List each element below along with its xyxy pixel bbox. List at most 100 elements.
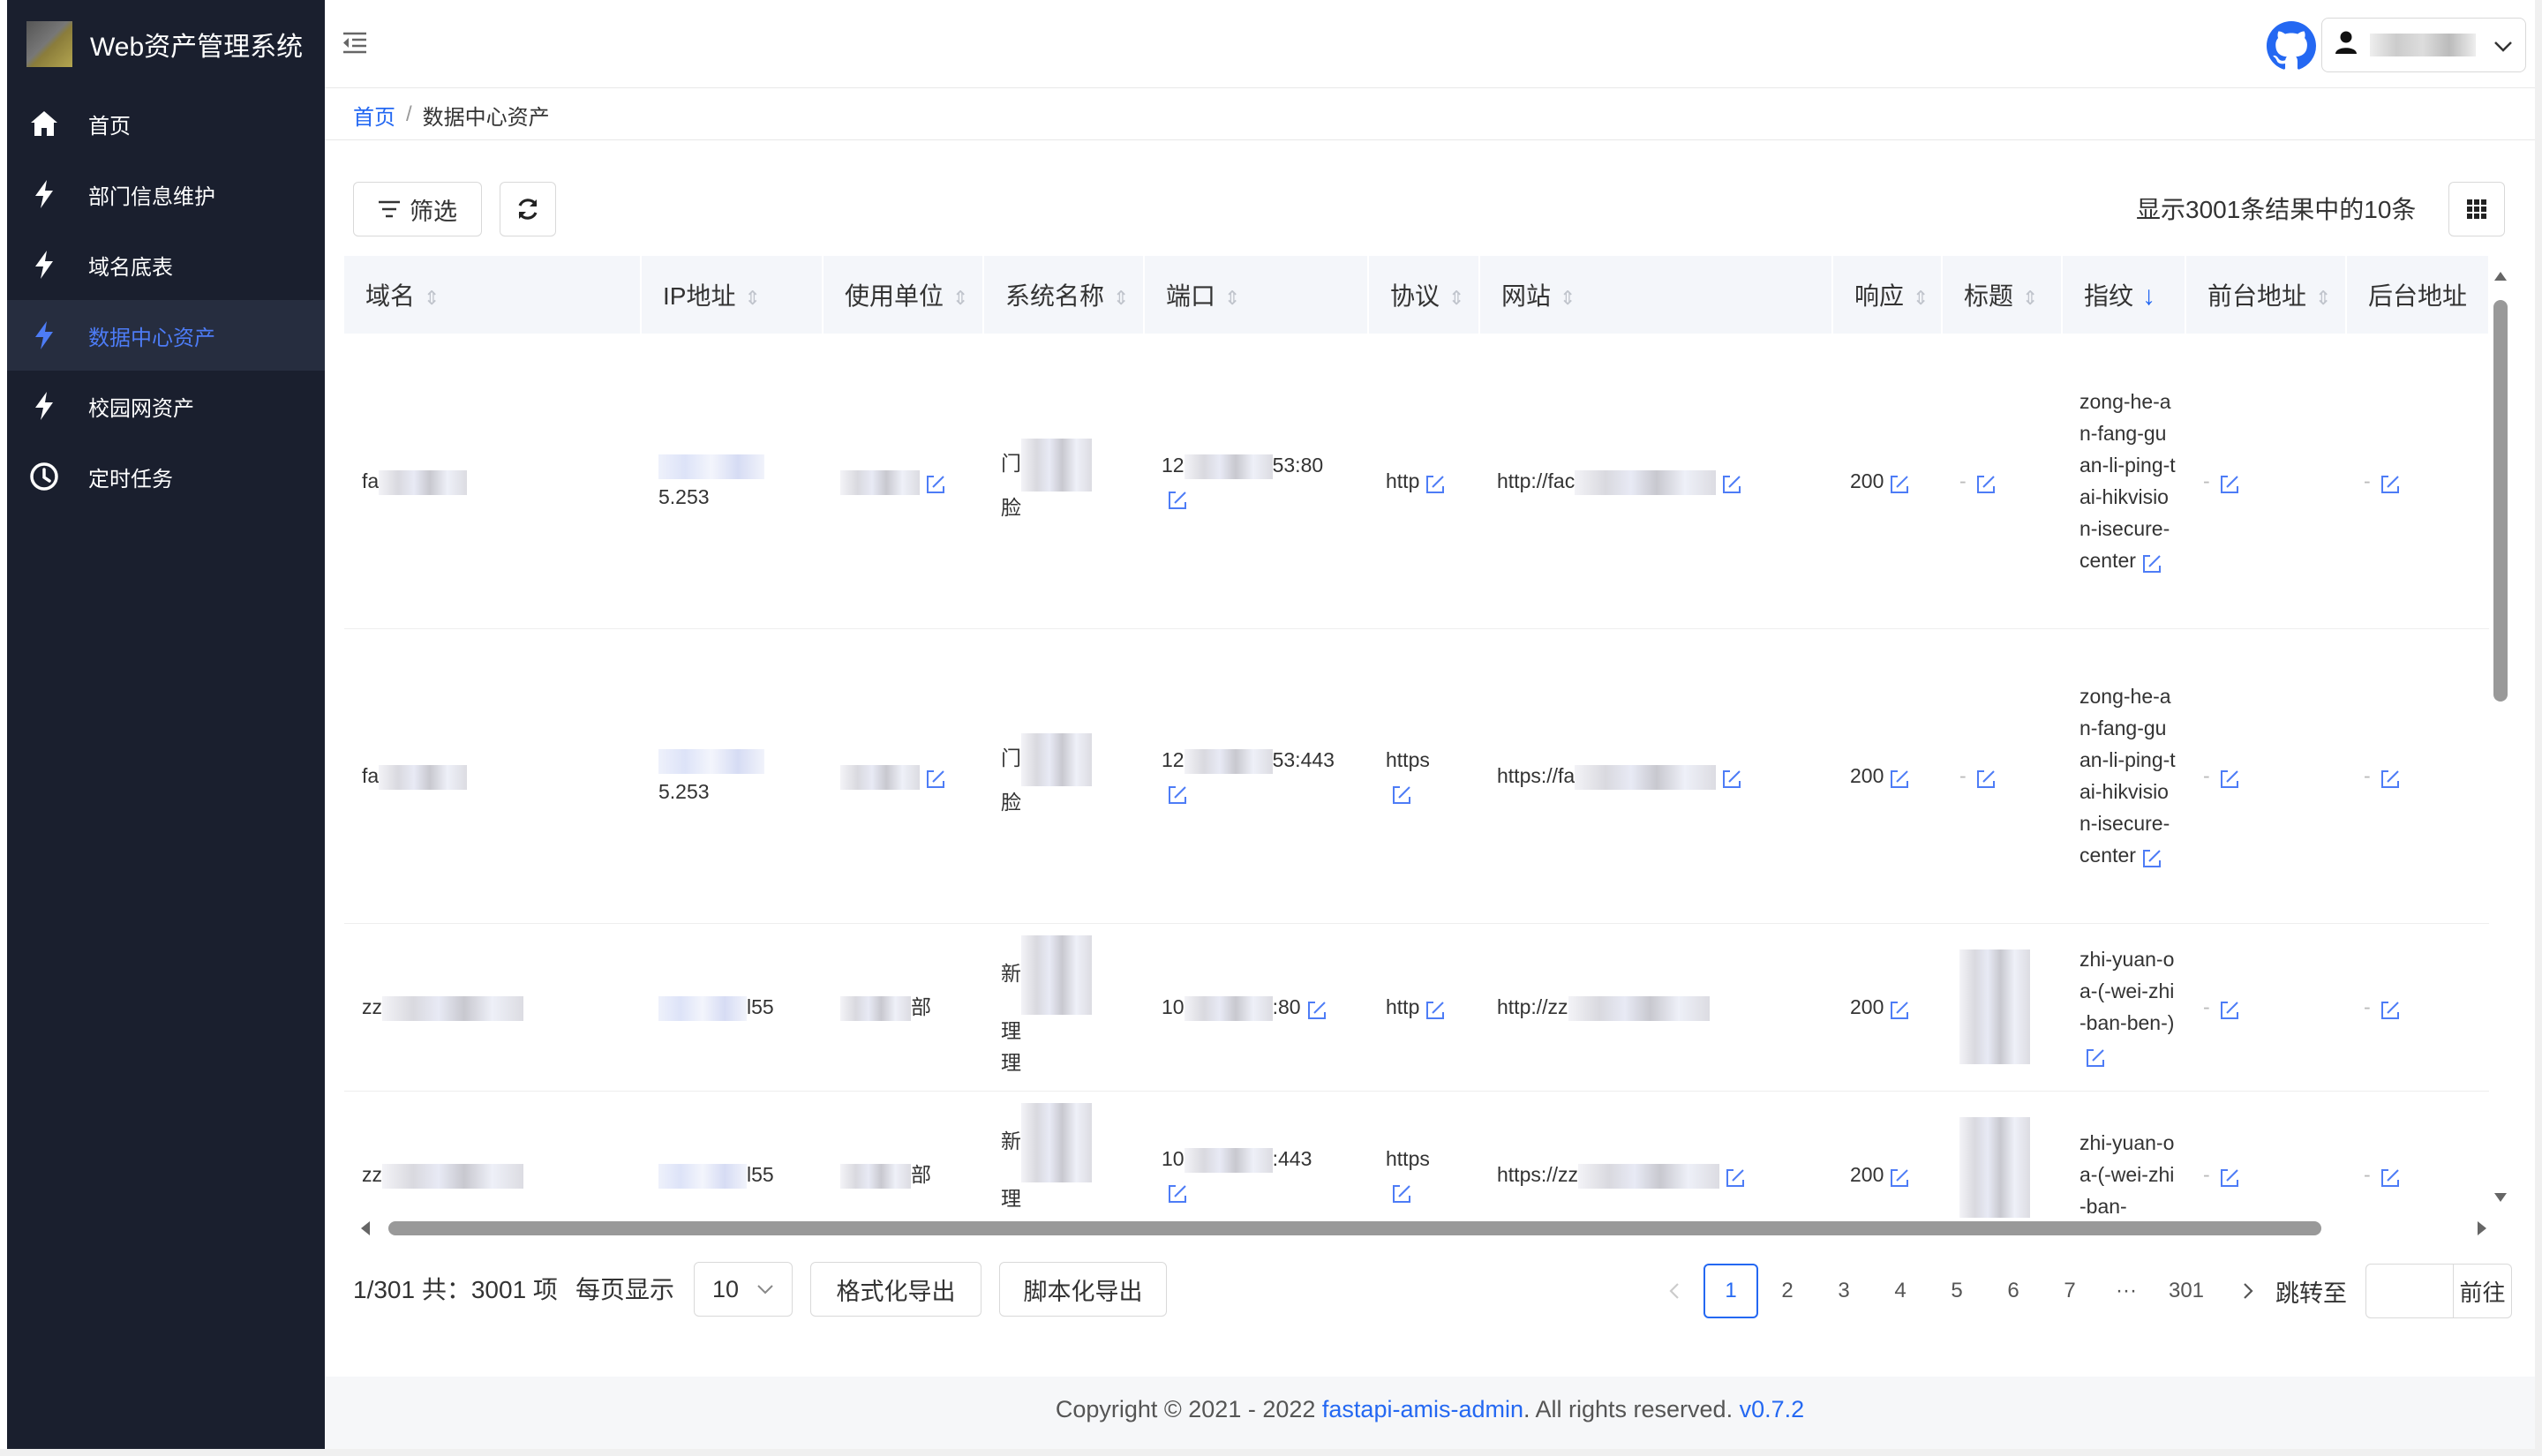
- page-ellipsis[interactable]: ···: [2099, 1264, 2154, 1318]
- edit-icon[interactable]: [2219, 998, 2240, 1019]
- sort-icon[interactable]: ⇕: [2315, 287, 2331, 309]
- edit-icon[interactable]: [1167, 783, 1188, 804]
- jump-go-button[interactable]: 前往: [2454, 1264, 2512, 1318]
- jump-page-input[interactable]: [2365, 1264, 2454, 1318]
- sort-icon[interactable]: ⇕: [424, 287, 440, 309]
- column-header-system[interactable]: 系统名称 ⇕: [983, 256, 1145, 334]
- edit-icon[interactable]: [2219, 1166, 2240, 1187]
- column-header-back-url[interactable]: 后台地址: [2346, 256, 2489, 334]
- edit-icon[interactable]: [2380, 767, 2401, 788]
- scroll-right-icon[interactable]: [2475, 1220, 2489, 1237]
- sidebar-item-departments[interactable]: 部门信息维护: [7, 159, 325, 229]
- column-header-site[interactable]: 网站 ⇕: [1479, 256, 1833, 334]
- edit-icon[interactable]: [1889, 472, 1910, 493]
- next-page-icon[interactable]: [2221, 1264, 2275, 1318]
- edit-icon[interactable]: [1725, 1166, 1746, 1187]
- column-header-title[interactable]: 标题 ⇕: [1942, 256, 2063, 334]
- edit-icon[interactable]: [2141, 552, 2162, 573]
- github-icon[interactable]: [2267, 21, 2316, 71]
- sidebar-item-scheduled-tasks[interactable]: 定时任务: [7, 441, 325, 512]
- username-redacted: [2370, 34, 2476, 56]
- page-button[interactable]: 3: [1816, 1264, 1871, 1318]
- edit-icon[interactable]: [925, 472, 946, 493]
- edit-icon[interactable]: [925, 767, 946, 788]
- edit-icon[interactable]: [2380, 472, 2401, 493]
- export-script-button[interactable]: 脚本化导出: [999, 1262, 1167, 1317]
- edit-icon[interactable]: [1167, 1182, 1188, 1203]
- column-header-domain[interactable]: 域名 ⇕: [344, 256, 642, 334]
- edit-icon[interactable]: [2380, 1166, 2401, 1187]
- horizontal-scroll-thumb[interactable]: [388, 1221, 2321, 1235]
- vertical-scrollbar[interactable]: [2491, 269, 2510, 1205]
- per-page-select[interactable]: 10: [694, 1262, 793, 1317]
- column-header-unit[interactable]: 使用单位 ⇕: [823, 256, 984, 334]
- edit-icon[interactable]: [2085, 1046, 2106, 1067]
- sort-icon[interactable]: ⇕: [1560, 287, 1576, 309]
- sidebar-item-campus-assets[interactable]: 校园网资产: [7, 371, 325, 441]
- page-button[interactable]: 6: [1986, 1264, 2041, 1318]
- scroll-down-icon[interactable]: [2493, 1190, 2508, 1205]
- collapse-menu-icon[interactable]: [341, 28, 372, 60]
- cell-fingerprint: zong-he-an-fang-guan-li-ping-tai-hikvisi…: [2062, 334, 2185, 629]
- project-link[interactable]: fastapi-amis-admin: [1322, 1396, 1523, 1422]
- edit-icon[interactable]: [1889, 767, 1910, 788]
- horizontal-scrollbar[interactable]: [353, 1216, 2489, 1241]
- column-header-protocol[interactable]: 协议 ⇕: [1368, 256, 1480, 334]
- edit-icon[interactable]: [1889, 1166, 1910, 1187]
- cell-protocol: http: [1368, 334, 1479, 629]
- column-toggle-button[interactable]: [2448, 182, 2505, 236]
- sort-icon[interactable]: ⇕: [1448, 287, 1464, 309]
- redacted-block: [1575, 469, 1717, 495]
- sort-icon[interactable]: ⇕: [1913, 287, 1929, 309]
- edit-icon[interactable]: [1975, 472, 1997, 493]
- edit-icon[interactable]: [2380, 998, 2401, 1019]
- breadcrumb-home-link[interactable]: 首页: [353, 100, 395, 131]
- scroll-up-icon[interactable]: [2493, 269, 2508, 283]
- edit-icon[interactable]: [2219, 767, 2240, 788]
- sort-icon[interactable]: ⇕: [744, 287, 760, 309]
- page-button[interactable]: 5: [1929, 1264, 1984, 1318]
- sort-icon[interactable]: ⇕: [1113, 287, 1129, 309]
- edit-icon[interactable]: [1721, 767, 1742, 788]
- edit-icon[interactable]: [1167, 488, 1188, 509]
- edit-icon[interactable]: [1391, 1182, 1412, 1203]
- edit-icon[interactable]: [1425, 472, 1446, 493]
- edit-icon[interactable]: [1306, 998, 1327, 1019]
- scroll-left-icon[interactable]: [358, 1220, 372, 1237]
- cell-protocol: http: [1368, 923, 1479, 1092]
- column-header-ip[interactable]: IP地址 ⇕: [641, 256, 824, 334]
- prev-page-icon[interactable]: [1647, 1264, 1702, 1318]
- edit-icon[interactable]: [1721, 472, 1742, 493]
- refresh-button[interactable]: [500, 182, 556, 236]
- sort-icon[interactable]: ⇕: [2022, 287, 2038, 309]
- user-menu[interactable]: [2321, 18, 2526, 72]
- redacted-block: [1184, 995, 1273, 1021]
- sort-icon[interactable]: ⇕: [1224, 287, 1240, 309]
- version-link[interactable]: v0.7.2: [1740, 1396, 1805, 1422]
- page-button-current[interactable]: 1: [1703, 1264, 1758, 1318]
- page-button[interactable]: 7: [2042, 1264, 2097, 1318]
- breadcrumb-separator: /: [406, 102, 412, 126]
- page-button-last[interactable]: 301: [2159, 1264, 2214, 1318]
- edit-icon[interactable]: [1425, 998, 1446, 1019]
- column-header-fingerprint[interactable]: 指纹 ↓: [2062, 256, 2186, 334]
- sidebar-item-home[interactable]: 首页: [7, 88, 325, 159]
- export-formatted-button[interactable]: 格式化导出: [810, 1262, 981, 1317]
- page-button[interactable]: 4: [1873, 1264, 1928, 1318]
- filter-button[interactable]: 筛选: [353, 182, 482, 236]
- column-header-port[interactable]: 端口 ⇕: [1144, 256, 1369, 334]
- page-button[interactable]: 2: [1760, 1264, 1815, 1318]
- sidebar-item-datacenter-assets[interactable]: 数据中心资产: [7, 300, 325, 371]
- edit-icon[interactable]: [2141, 846, 2162, 867]
- vertical-scroll-thumb[interactable]: [2493, 300, 2508, 702]
- sidebar-item-domains[interactable]: 域名底表: [7, 229, 325, 300]
- sort-desc-icon[interactable]: ↓: [2142, 281, 2155, 311]
- column-header-status[interactable]: 响应 ⇕: [1832, 256, 1943, 334]
- edit-icon[interactable]: [2219, 472, 2240, 493]
- edit-icon[interactable]: [1391, 783, 1412, 804]
- column-header-front-url[interactable]: 前台地址 ⇕: [2185, 256, 2347, 334]
- per-page-value: 10: [712, 1275, 740, 1302]
- sort-icon[interactable]: ⇕: [952, 287, 968, 309]
- edit-icon[interactable]: [1889, 998, 1910, 1019]
- edit-icon[interactable]: [1975, 767, 1997, 788]
